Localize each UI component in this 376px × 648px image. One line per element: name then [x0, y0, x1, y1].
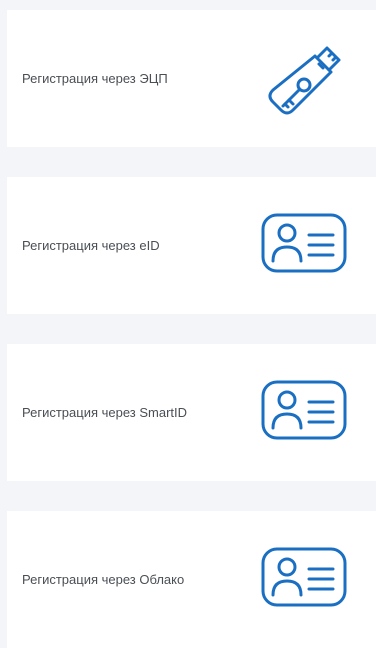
registration-option-cloud[interactable]: Регистрация через Облако	[7, 511, 376, 648]
registration-option-label: Регистрация через Облако	[22, 571, 185, 587]
id-card-icon	[259, 201, 349, 291]
registration-option-eid[interactable]: Регистрация через eID	[7, 177, 376, 314]
registration-option-smartid[interactable]: Регистрация через SmartID	[7, 344, 376, 481]
registration-option-label: Регистрация через ЭЦП	[22, 70, 168, 86]
registration-options-list: Регистрация через ЭЦП Регистрация через …	[7, 10, 376, 648]
registration-option-ecp[interactable]: Регистрация через ЭЦП	[7, 10, 376, 147]
id-card-icon	[259, 535, 349, 625]
registration-option-label: Регистрация через eID	[22, 237, 160, 253]
registration-option-label: Регистрация через SmartID	[22, 404, 188, 420]
usb-key-icon	[259, 34, 349, 124]
id-card-icon	[259, 368, 349, 458]
